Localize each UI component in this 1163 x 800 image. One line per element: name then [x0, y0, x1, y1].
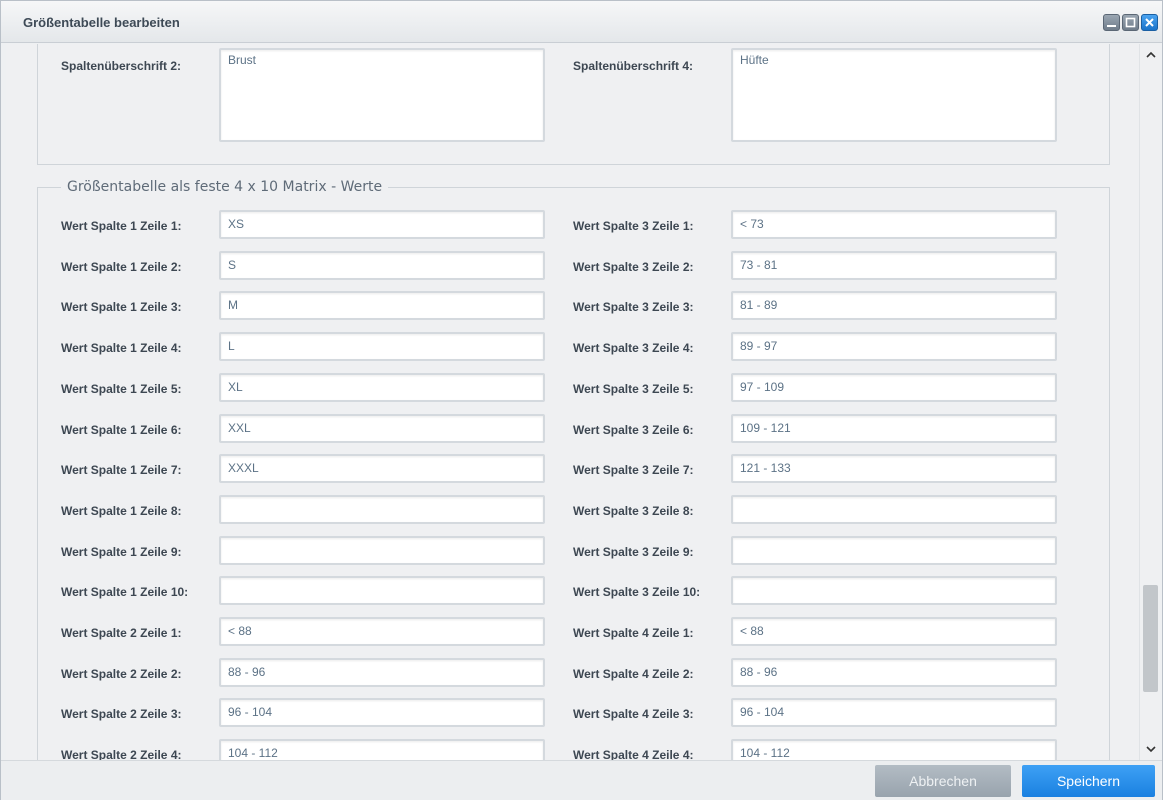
- scroll-content: Spaltenüberschrift 2: Brust Spaltenübers…: [6, 44, 1139, 760]
- matrix-value-input[interactable]: 88 - 96: [219, 658, 545, 687]
- matrix-field-label: Wert Spalte 2 Zeile 3:: [61, 707, 182, 721]
- matrix-value-input[interactable]: 96 - 104: [731, 698, 1057, 727]
- matrix-field-label: Wert Spalte 1 Zeile 1:: [61, 219, 182, 233]
- close-icon[interactable]: [1141, 14, 1158, 31]
- matrix-field-label: Wert Spalte 3 Zeile 9:: [573, 545, 694, 559]
- cancel-button[interactable]: Abbrechen: [875, 765, 1011, 797]
- matrix-field-label: Wert Spalte 3 Zeile 2:: [573, 260, 694, 274]
- matrix-value-input[interactable]: S: [219, 251, 545, 280]
- matrix-field-label: Wert Spalte 1 Zeile 3:: [61, 300, 182, 314]
- matrix-value-input[interactable]: 121 - 133: [731, 454, 1057, 483]
- matrix-field-label: Wert Spalte 2 Zeile 4:: [61, 748, 182, 760]
- chevron-down-icon[interactable]: [1146, 744, 1156, 754]
- matrix-field-label: Wert Spalte 1 Zeile 8:: [61, 504, 182, 518]
- matrix-field-label: Wert Spalte 1 Zeile 2:: [61, 260, 182, 274]
- matrix-value-input[interactable]: L: [219, 332, 545, 361]
- matrix-value-input[interactable]: XXXL: [219, 454, 545, 483]
- matrix-field-label: Wert Spalte 1 Zeile 4:: [61, 341, 182, 355]
- matrix-field-label: Wert Spalte 1 Zeile 7:: [61, 463, 182, 477]
- matrix-value-input[interactable]: 97 - 109: [731, 373, 1057, 402]
- matrix-value-input[interactable]: < 88: [731, 617, 1057, 646]
- dialog-window: Größentabelle bearbeiten Spaltenüberschr…: [0, 0, 1163, 800]
- matrix-value-input[interactable]: [219, 495, 545, 524]
- matrix-field-label: Wert Spalte 3 Zeile 1:: [573, 219, 694, 233]
- matrix-field-label: Wert Spalte 4 Zeile 1:: [573, 626, 694, 640]
- minimize-icon[interactable]: [1103, 14, 1120, 31]
- matrix-value-input[interactable]: 104 - 112: [731, 739, 1057, 760]
- matrix-value-input[interactable]: 89 - 97: [731, 332, 1057, 361]
- matrix-value-input[interactable]: [731, 495, 1057, 524]
- matrix-value-input[interactable]: [731, 576, 1057, 605]
- matrix-value-input[interactable]: < 88: [219, 617, 545, 646]
- matrix-value-input[interactable]: M: [219, 291, 545, 320]
- matrix-value-input[interactable]: [731, 536, 1057, 565]
- matrix-field-label: Wert Spalte 4 Zeile 2:: [573, 667, 694, 681]
- matrix-value-input[interactable]: 81 - 89: [731, 291, 1057, 320]
- window-controls: [1103, 14, 1158, 31]
- dialog-title: Größentabelle bearbeiten: [23, 15, 180, 30]
- matrix-field-label: Wert Spalte 3 Zeile 3:: [573, 300, 694, 314]
- matrix-field-label: Wert Spalte 3 Zeile 4:: [573, 341, 694, 355]
- vertical-scrollbar[interactable]: [1139, 44, 1160, 760]
- matrix-field-label: Wert Spalte 3 Zeile 10:: [573, 585, 701, 599]
- matrix-value-input[interactable]: XL: [219, 373, 545, 402]
- matrix-field-label: Wert Spalte 3 Zeile 6:: [573, 423, 694, 437]
- matrix-field-label: Wert Spalte 2 Zeile 2:: [61, 667, 182, 681]
- header-field-label: Spaltenüberschrift 2:: [61, 59, 182, 73]
- matrix-value-input[interactable]: XS: [219, 210, 545, 239]
- matrix-field-label: Wert Spalte 4 Zeile 4:: [573, 748, 694, 760]
- maximize-icon[interactable]: [1122, 14, 1139, 31]
- matrix-field-label: Wert Spalte 2 Zeile 1:: [61, 626, 182, 640]
- column-heading-2-textarea[interactable]: Brust: [219, 48, 545, 142]
- scrollbar-thumb[interactable]: [1143, 585, 1158, 692]
- header-field-label: Spaltenüberschrift 4:: [573, 59, 694, 73]
- dialog-footer: Abbrechen Speichern: [1, 760, 1162, 800]
- matrix-value-input[interactable]: [219, 536, 545, 565]
- save-button[interactable]: Speichern: [1022, 765, 1155, 797]
- matrix-legend: Größentabelle als feste 4 x 10 Matrix - …: [61, 179, 389, 195]
- matrix-field-label: Wert Spalte 3 Zeile 8:: [573, 504, 694, 518]
- title-bar[interactable]: Größentabelle bearbeiten: [1, 1, 1162, 43]
- matrix-field-label: Wert Spalte 3 Zeile 7:: [573, 463, 694, 477]
- matrix-field-label: Wert Spalte 3 Zeile 5:: [573, 382, 694, 396]
- matrix-value-input[interactable]: < 73: [731, 210, 1057, 239]
- matrix-value-input[interactable]: 88 - 96: [731, 658, 1057, 687]
- matrix-field-label: Wert Spalte 1 Zeile 6:: [61, 423, 182, 437]
- matrix-value-input[interactable]: 104 - 112: [219, 739, 545, 760]
- matrix-value-input[interactable]: 109 - 121: [731, 414, 1057, 443]
- matrix-field-label: Wert Spalte 4 Zeile 3:: [573, 707, 694, 721]
- matrix-value-input[interactable]: 73 - 81: [731, 251, 1057, 280]
- chevron-up-icon[interactable]: [1146, 50, 1156, 60]
- matrix-value-input[interactable]: XXL: [219, 414, 545, 443]
- column-heading-4-textarea[interactable]: Hüfte: [731, 48, 1057, 142]
- matrix-field-label: Wert Spalte 1 Zeile 9:: [61, 545, 182, 559]
- matrix-value-input[interactable]: 96 - 104: [219, 698, 545, 727]
- matrix-field-label: Wert Spalte 1 Zeile 10:: [61, 585, 189, 599]
- matrix-value-input[interactable]: [219, 576, 545, 605]
- matrix-field-label: Wert Spalte 1 Zeile 5:: [61, 382, 182, 396]
